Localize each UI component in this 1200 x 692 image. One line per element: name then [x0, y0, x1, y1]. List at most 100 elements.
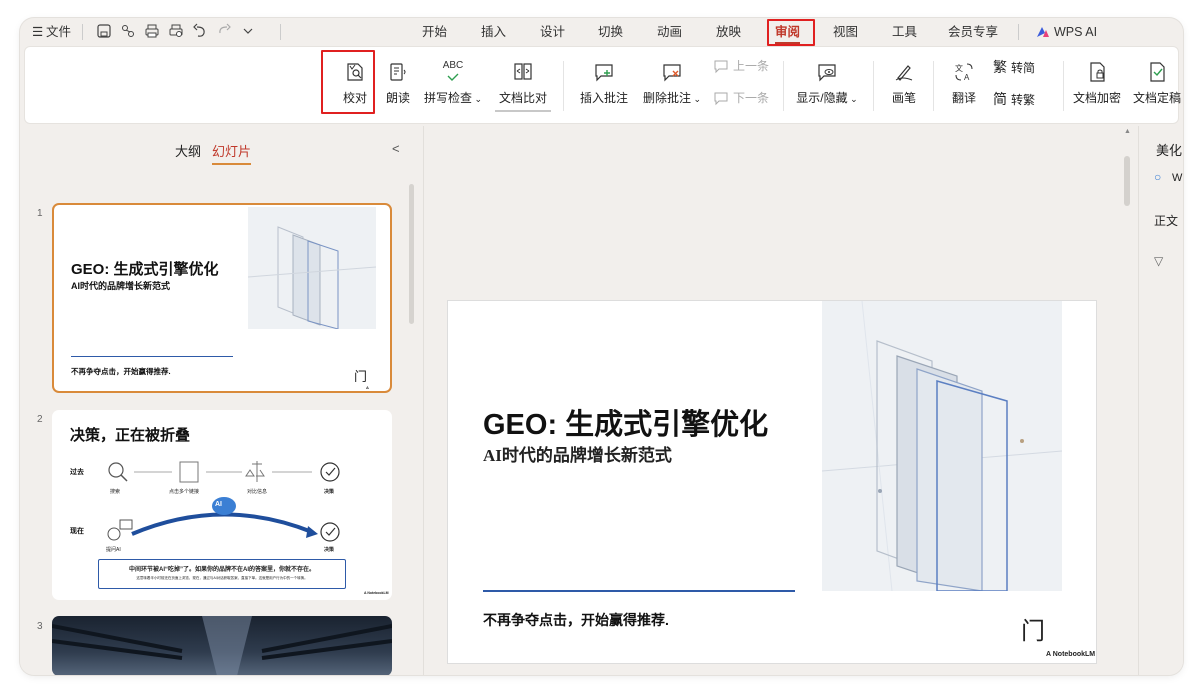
- slide-footer: 不再争夺点击，开始赢得推荐.: [71, 367, 171, 376]
- accent-line: [71, 356, 233, 357]
- save-icon[interactable]: [96, 23, 112, 39]
- print-icon[interactable]: [144, 23, 160, 39]
- scroll-up-icon[interactable]: ▲: [1124, 128, 1131, 135]
- next-comment-button[interactable]: 下一条: [713, 89, 769, 106]
- encrypt-label: 文档加密: [1072, 91, 1121, 105]
- app-window: ☰ 文件 开始 插入 设计 切换 动画 放映 审阅 视图 工具 会员专享 WPS…: [20, 18, 1183, 675]
- tab-tools[interactable]: 工具: [892, 24, 917, 40]
- editor-scrollbar[interactable]: ▲: [1122, 126, 1132, 675]
- slide-title: 决策，正在被折叠: [70, 427, 191, 444]
- tab-insert[interactable]: 插入: [481, 24, 506, 40]
- step-search: 搜索: [110, 489, 121, 495]
- collapse-panel-button[interactable]: <: [392, 141, 400, 156]
- to-traditional-label: 转繁: [1011, 92, 1036, 107]
- slide-thumbnail-1[interactable]: GEO: 生成式引擎优化 AI时代的品牌增长新范式 不再争夺点击，开始赢得推荐.…: [52, 203, 392, 393]
- finalize-button[interactable]: 文档定稿: [1129, 61, 1183, 106]
- chevron-down-icon: ⌄: [690, 94, 702, 104]
- pen-label: 画笔: [891, 91, 916, 105]
- slide-number: 1: [37, 208, 43, 219]
- w-label: W: [1172, 172, 1183, 184]
- tab-view[interactable]: 视图: [833, 24, 858, 40]
- slide-title[interactable]: GEO: 生成式引擎优化: [483, 401, 768, 443]
- pen-button[interactable]: 画笔: [889, 61, 919, 106]
- read-aloud-label: 朗读: [385, 91, 410, 105]
- slide-subtitle[interactable]: AI时代的品牌增长新范式: [483, 441, 672, 466]
- step-click-links: 点击多个链接: [169, 489, 200, 495]
- slide-footer[interactable]: 不再争夺点击，开始赢得推荐.: [483, 610, 669, 630]
- simplified-char-icon: 简: [993, 91, 1007, 107]
- share-icon[interactable]: [120, 23, 136, 39]
- insert-comment-button[interactable]: 插入批注: [577, 61, 631, 106]
- svg-text:文: 文: [955, 63, 963, 73]
- divider: [1063, 61, 1064, 111]
- scroll-thumb[interactable]: [1124, 156, 1130, 206]
- hamburger-icon[interactable]: ☰: [32, 24, 43, 40]
- spell-check-button[interactable]: ABC 拼写检查 ⌄: [421, 61, 485, 106]
- filter-icon[interactable]: ▽: [1154, 254, 1163, 268]
- chevron-down-icon[interactable]: [240, 23, 256, 39]
- divider: [1018, 24, 1019, 40]
- undo-icon[interactable]: [192, 23, 208, 39]
- encrypt-button[interactable]: 文档加密: [1069, 61, 1125, 106]
- highlight-box-review: [767, 19, 815, 46]
- now-label: 现在: [70, 528, 84, 535]
- delete-comment-label: 删除批注: [642, 91, 691, 105]
- pen-icon: [893, 61, 915, 83]
- tab-home[interactable]: 开始: [422, 24, 447, 40]
- chevron-down-icon: ⌄: [847, 94, 858, 104]
- to-simplified-button[interactable]: 繁 转简: [993, 57, 1035, 77]
- slide-thumbnail-3[interactable]: [52, 616, 392, 675]
- check-doc-icon: [1146, 61, 1168, 83]
- next-comment-icon: [713, 90, 729, 106]
- current-slide[interactable]: GEO: 生成式引擎优化 AI时代的品牌增长新范式 不再争夺点击，开始赢得推荐.…: [447, 300, 1097, 664]
- divider: [933, 61, 934, 111]
- tab-transitions[interactable]: 切换: [598, 24, 623, 40]
- finalize-label: 文档定稿: [1132, 91, 1181, 105]
- past-label: 过去: [70, 469, 84, 476]
- redo-icon[interactable]: [216, 23, 232, 39]
- spell-check-label: 拼写检查: [423, 91, 472, 105]
- slide-subtitle: AI时代的品牌增长新范式: [71, 281, 171, 291]
- tab-design[interactable]: 设计: [540, 24, 565, 40]
- step-decide: 决策: [324, 489, 335, 495]
- beautify-title[interactable]: 美化: [1156, 140, 1182, 159]
- slide-number: 2: [37, 414, 43, 425]
- slide-panel-scrollbar[interactable]: [409, 184, 414, 324]
- tab-slideshow[interactable]: 放映: [716, 24, 741, 40]
- tab-animations[interactable]: 动画: [657, 24, 682, 40]
- tab-member[interactable]: 会员专享: [948, 24, 998, 40]
- body-label: 正文: [1154, 214, 1179, 228]
- glass-layers-image: [822, 301, 1062, 591]
- svg-text:A: A: [964, 73, 970, 82]
- delete-comment-button[interactable]: 删除批注 ⌄: [639, 61, 705, 106]
- read-aloud-icon: [387, 61, 409, 83]
- brand-watermark: A NotebookLM: [366, 385, 391, 393]
- show-hide-button[interactable]: 显示/隐藏 ⌄: [791, 61, 863, 106]
- wps-ai-logo-icon: [1035, 24, 1051, 40]
- slide-editor: GEO: 生成式引擎优化 AI时代的品牌增长新范式 不再争夺点击，开始赢得推荐.…: [423, 126, 1119, 675]
- to-traditional-button[interactable]: 简 转繁: [993, 89, 1035, 109]
- note-sub: 这意味着半小时前还在页面上浏览，现在，通过与AI对话获取答案，直接下单。这就是用…: [136, 576, 308, 580]
- delete-comment-icon: [661, 61, 683, 83]
- wps-ai-button[interactable]: WPS AI: [1054, 24, 1097, 40]
- logo-mark: 门: [354, 369, 368, 384]
- step-decide-now: 决策: [324, 547, 335, 553]
- tab-outline[interactable]: 大纲: [175, 141, 201, 160]
- prev-comment-button[interactable]: 上一条: [713, 57, 769, 74]
- slide-thumbnail-2[interactable]: 决策，正在被折叠 过去 现在 搜索 点击多个链接 对比信息 决策 AI 提问AI…: [52, 410, 392, 600]
- logo-mark: 门: [1021, 618, 1045, 645]
- file-menu[interactable]: 文件: [46, 24, 71, 40]
- read-aloud-button[interactable]: 朗读: [381, 61, 415, 106]
- ai-badge: AI: [215, 501, 222, 508]
- print-preview-icon[interactable]: [168, 23, 184, 39]
- translate-button[interactable]: 文A 翻译: [949, 61, 979, 106]
- doc-compare-button[interactable]: 文档比对: [495, 61, 551, 112]
- insert-comment-label: 插入批注: [579, 91, 628, 105]
- doc-compare-label: 文档比对: [498, 91, 547, 105]
- traditional-char-icon: 繁: [993, 59, 1007, 75]
- slide-panel: 大纲 幻灯片 < 1 GEO: 生成式引擎优化 AI时代的品牌增长新范式 不再争…: [20, 126, 423, 675]
- show-hide-label: 显示/隐藏: [796, 91, 848, 105]
- chevron-down-icon: ⌄: [471, 94, 483, 104]
- accent-line: [483, 590, 795, 592]
- tab-slides[interactable]: 幻灯片: [212, 141, 252, 165]
